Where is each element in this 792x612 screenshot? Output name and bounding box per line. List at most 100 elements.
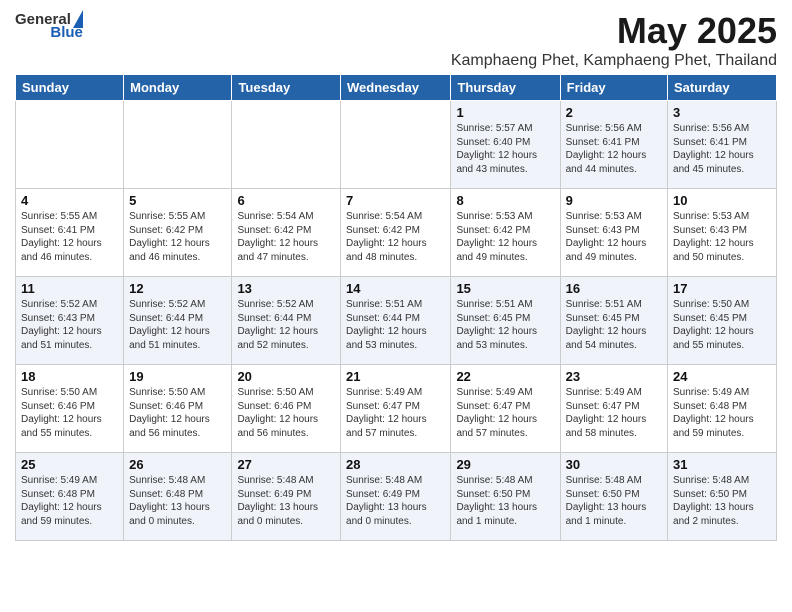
calendar-cell: 20Sunrise: 5:50 AM Sunset: 6:46 PM Dayli…: [232, 365, 341, 453]
calendar-cell: [124, 101, 232, 189]
calendar-col-header: Tuesday: [232, 75, 341, 101]
day-number: 13: [237, 281, 335, 296]
day-number: 5: [129, 193, 226, 208]
logo: General Blue: [15, 10, 83, 41]
day-number: 6: [237, 193, 335, 208]
day-number: 25: [21, 457, 118, 472]
title-area: May 2025 Kamphaeng Phet, Kamphaeng Phet,…: [451, 10, 777, 70]
day-number: 26: [129, 457, 226, 472]
calendar-cell: 18 Sunrise: 5:50 AM Sunset: 6:46 PM Dayli…: [16, 365, 124, 453]
calendar-cell: 12 Sunrise: 5:52 AM Sunset: 6:44 PM Dayli…: [124, 277, 232, 365]
day-content: Sunrise: 5:48 AM Sunset: 6:50 PM Dayligh…: [456, 474, 554, 528]
day-content: Sunrise: 5:49 AM Sunset: 6:48 PM Dayligh…: [673, 386, 771, 440]
calendar-col-header: Wednesday: [341, 75, 451, 101]
day-number: 8: [456, 193, 554, 208]
calendar-cell: 21 Sunrise: 5:49 AM Sunset: 6:47 PM Dayli…: [341, 365, 451, 453]
day-content: Sunrise: 5:49 AM Sunset: 6:48 PM Dayligh…: [21, 474, 118, 528]
day-content: Sunrise: 5:48 AM Sunset: 6:50 PM Dayligh…: [673, 474, 771, 528]
calendar: SundayMondayTuesdayWednesdayThursdayFrid…: [15, 74, 777, 541]
calendar-cell: 16 Sunrise: 5:51 AM Sunset: 6:45 PM Dayli…: [560, 277, 667, 365]
calendar-cell: 27 Sunrise: 5:48 AM Sunset: 6:49 PM Dayli…: [232, 453, 341, 541]
day-number: 14: [346, 281, 445, 296]
day-number: 18: [21, 369, 118, 384]
day-content: Sunrise: 5:54 AM Sunset: 6:42 PM Dayligh…: [346, 210, 445, 264]
day-content: Sunrise: 5:56 AM Sunset: 6:41 PM Dayligh…: [673, 122, 771, 176]
calendar-cell: 10 Sunrise: 5:53 AM Sunset: 6:43 PM Dayli…: [668, 189, 777, 277]
calendar-cell: 11Sunrise: 5:52 AM Sunset: 6:43 PM Dayli…: [16, 277, 124, 365]
calendar-col-header: Friday: [560, 75, 667, 101]
day-content: Sunrise: 5:52 AM Sunset: 6:44 PM Dayligh…: [129, 298, 226, 352]
day-number: 30: [566, 457, 662, 472]
day-number: 23: [566, 369, 662, 384]
calendar-cell: 26Sunrise: 5:48 AM Sunset: 6:48 PM Dayli…: [124, 453, 232, 541]
day-content: Sunrise: 5:49 AM Sunset: 6:47 PM Dayligh…: [566, 386, 662, 440]
calendar-cell: 1Sunrise: 5:57 AM Sunset: 6:40 PM Daylig…: [451, 101, 560, 189]
calendar-week-row: 11Sunrise: 5:52 AM Sunset: 6:43 PM Dayli…: [16, 277, 777, 365]
calendar-cell: 9Sunrise: 5:53 AM Sunset: 6:43 PM Daylig…: [560, 189, 667, 277]
day-content: Sunrise: 5:50 AM Sunset: 6:45 PM Dayligh…: [673, 298, 771, 352]
day-number: 31: [673, 457, 771, 472]
calendar-cell: 24 Sunrise: 5:49 AM Sunset: 6:48 PM Dayli…: [668, 365, 777, 453]
calendar-cell: 7 Sunrise: 5:54 AM Sunset: 6:42 PM Daylig…: [341, 189, 451, 277]
day-number: 4: [21, 193, 118, 208]
calendar-cell: 22 Sunrise: 5:49 AM Sunset: 6:47 PM Dayli…: [451, 365, 560, 453]
calendar-header-row: SundayMondayTuesdayWednesdayThursdayFrid…: [16, 75, 777, 101]
calendar-col-header: Saturday: [668, 75, 777, 101]
day-content: Sunrise: 5:49 AM Sunset: 6:47 PM Dayligh…: [456, 386, 554, 440]
day-number: 21: [346, 369, 445, 384]
day-content: Sunrise: 5:52 AM Sunset: 6:44 PM Dayligh…: [237, 298, 335, 352]
day-content: Sunrise: 5:48 AM Sunset: 6:50 PM Dayligh…: [566, 474, 662, 528]
month-title: May 2025: [451, 10, 777, 52]
day-number: 29: [456, 457, 554, 472]
day-content: Sunrise: 5:55 AM Sunset: 6:41 PM Dayligh…: [21, 210, 118, 264]
header: General Blue May 2025 Kamphaeng Phet, Ka…: [15, 10, 777, 70]
day-content: Sunrise: 5:51 AM Sunset: 6:45 PM Dayligh…: [566, 298, 662, 352]
calendar-col-header: Sunday: [16, 75, 124, 101]
calendar-week-row: 18 Sunrise: 5:50 AM Sunset: 6:46 PM Dayli…: [16, 365, 777, 453]
calendar-cell: [16, 101, 124, 189]
location-title: Kamphaeng Phet, Kamphaeng Phet, Thailand: [451, 52, 777, 70]
day-content: Sunrise: 5:50 AM Sunset: 6:46 PM Dayligh…: [129, 386, 226, 440]
day-content: Sunrise: 5:51 AM Sunset: 6:44 PM Dayligh…: [346, 298, 445, 352]
calendar-cell: 30 Sunrise: 5:48 AM Sunset: 6:50 PM Dayli…: [560, 453, 667, 541]
day-number: 27: [237, 457, 335, 472]
calendar-cell: 29 Sunrise: 5:48 AM Sunset: 6:50 PM Dayli…: [451, 453, 560, 541]
calendar-cell: 3Sunrise: 5:56 AM Sunset: 6:41 PM Daylig…: [668, 101, 777, 189]
day-number: 2: [566, 105, 662, 120]
day-content: Sunrise: 5:53 AM Sunset: 6:43 PM Dayligh…: [673, 210, 771, 264]
calendar-cell: 6 Sunrise: 5:54 AM Sunset: 6:42 PM Daylig…: [232, 189, 341, 277]
day-content: Sunrise: 5:52 AM Sunset: 6:43 PM Dayligh…: [21, 298, 118, 352]
day-content: Sunrise: 5:54 AM Sunset: 6:42 PM Dayligh…: [237, 210, 335, 264]
day-content: Sunrise: 5:53 AM Sunset: 6:42 PM Dayligh…: [456, 210, 554, 264]
calendar-cell: 5 Sunrise: 5:55 AM Sunset: 6:42 PM Daylig…: [124, 189, 232, 277]
day-content: Sunrise: 5:50 AM Sunset: 6:46 PM Dayligh…: [237, 386, 335, 440]
day-number: 10: [673, 193, 771, 208]
day-content: Sunrise: 5:55 AM Sunset: 6:42 PM Dayligh…: [129, 210, 226, 264]
day-number: 15: [456, 281, 554, 296]
calendar-cell: 31 Sunrise: 5:48 AM Sunset: 6:50 PM Dayli…: [668, 453, 777, 541]
day-number: 19: [129, 369, 226, 384]
calendar-cell: [341, 101, 451, 189]
calendar-cell: 14 Sunrise: 5:51 AM Sunset: 6:44 PM Dayli…: [341, 277, 451, 365]
day-number: 12: [129, 281, 226, 296]
calendar-week-row: 25 Sunrise: 5:49 AM Sunset: 6:48 PM Dayli…: [16, 453, 777, 541]
day-content: Sunrise: 5:50 AM Sunset: 6:46 PM Dayligh…: [21, 386, 118, 440]
calendar-cell: [232, 101, 341, 189]
calendar-cell: 13 Sunrise: 5:52 AM Sunset: 6:44 PM Dayli…: [232, 277, 341, 365]
calendar-week-row: 1Sunrise: 5:57 AM Sunset: 6:40 PM Daylig…: [16, 101, 777, 189]
day-content: Sunrise: 5:49 AM Sunset: 6:47 PM Dayligh…: [346, 386, 445, 440]
day-number: 16: [566, 281, 662, 296]
calendar-col-header: Monday: [124, 75, 232, 101]
day-number: 28: [346, 457, 445, 472]
calendar-cell: 17Sunrise: 5:50 AM Sunset: 6:45 PM Dayli…: [668, 277, 777, 365]
day-number: 1: [456, 105, 554, 120]
calendar-cell: 15Sunrise: 5:51 AM Sunset: 6:45 PM Dayli…: [451, 277, 560, 365]
day-content: Sunrise: 5:48 AM Sunset: 6:49 PM Dayligh…: [237, 474, 335, 528]
calendar-cell: 2Sunrise: 5:56 AM Sunset: 6:41 PM Daylig…: [560, 101, 667, 189]
day-number: 24: [673, 369, 771, 384]
calendar-cell: 8 Sunrise: 5:53 AM Sunset: 6:42 PM Daylig…: [451, 189, 560, 277]
day-number: 22: [456, 369, 554, 384]
day-number: 7: [346, 193, 445, 208]
calendar-cell: 23 Sunrise: 5:49 AM Sunset: 6:47 PM Dayli…: [560, 365, 667, 453]
day-content: Sunrise: 5:53 AM Sunset: 6:43 PM Dayligh…: [566, 210, 662, 264]
